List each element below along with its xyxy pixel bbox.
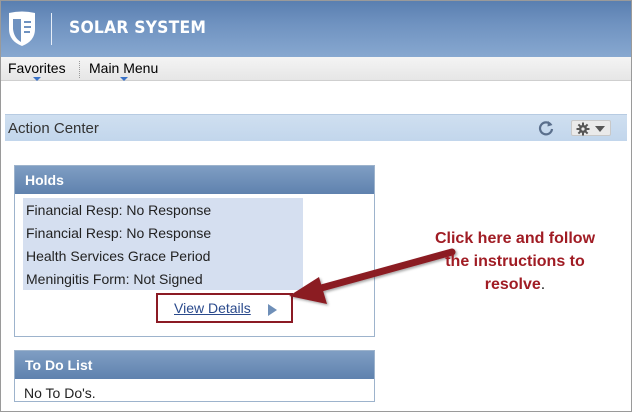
list-item: Meningitis Form: Not Signed <box>26 271 203 287</box>
pagelet-options-button[interactable] <box>571 120 611 136</box>
refresh-icon[interactable] <box>537 119 555 137</box>
view-details-link[interactable]: View Details <box>174 300 251 316</box>
callout-text: Click here and follow the instructions t… <box>434 230 596 293</box>
menu-main-menu[interactable]: Main Menu <box>89 60 159 81</box>
menu-favorites[interactable]: Favorites <box>8 60 66 81</box>
callout-period: . <box>540 276 546 293</box>
banner-divider <box>51 13 52 45</box>
holds-pagelet: Holds Financial Resp: No Response Financ… <box>14 165 375 337</box>
holds-list: Financial Resp: No Response Financial Re… <box>23 198 303 290</box>
view-details-highlight: View Details <box>156 293 293 323</box>
list-item: Financial Resp: No Response <box>26 225 212 241</box>
list-item: Health Services Grace Period <box>26 248 211 264</box>
menu-favorites-label: Favorites <box>8 60 66 76</box>
app-title: SOLAR SYSTEM <box>69 18 207 38</box>
chevron-down-icon <box>119 77 128 81</box>
todo-pagelet: To Do List No To Do's. <box>14 350 375 402</box>
chevron-down-icon <box>595 126 605 132</box>
chevron-down-icon <box>32 77 41 81</box>
holds-title: Holds <box>25 172 64 188</box>
shield-logo-icon <box>9 11 35 46</box>
todo-title: To Do List <box>25 357 93 373</box>
menu-separator <box>79 61 80 78</box>
action-center-title: Action Center <box>8 120 99 137</box>
list-item: Financial Resp: No Response <box>26 202 212 218</box>
play-arrow-icon[interactable] <box>268 304 277 316</box>
todo-header: To Do List <box>15 351 374 379</box>
annotation-callout: Click here and follow the instructions t… <box>430 227 600 296</box>
menu-main-menu-label: Main Menu <box>89 60 159 76</box>
todo-empty-text: No To Do's. <box>24 385 96 401</box>
gear-icon <box>576 122 605 136</box>
holds-header: Holds <box>15 166 374 194</box>
app-banner: SOLAR SYSTEM <box>1 1 631 57</box>
action-center-header: Action Center <box>5 114 627 141</box>
menu-bar: Favorites Main Menu <box>1 57 631 81</box>
